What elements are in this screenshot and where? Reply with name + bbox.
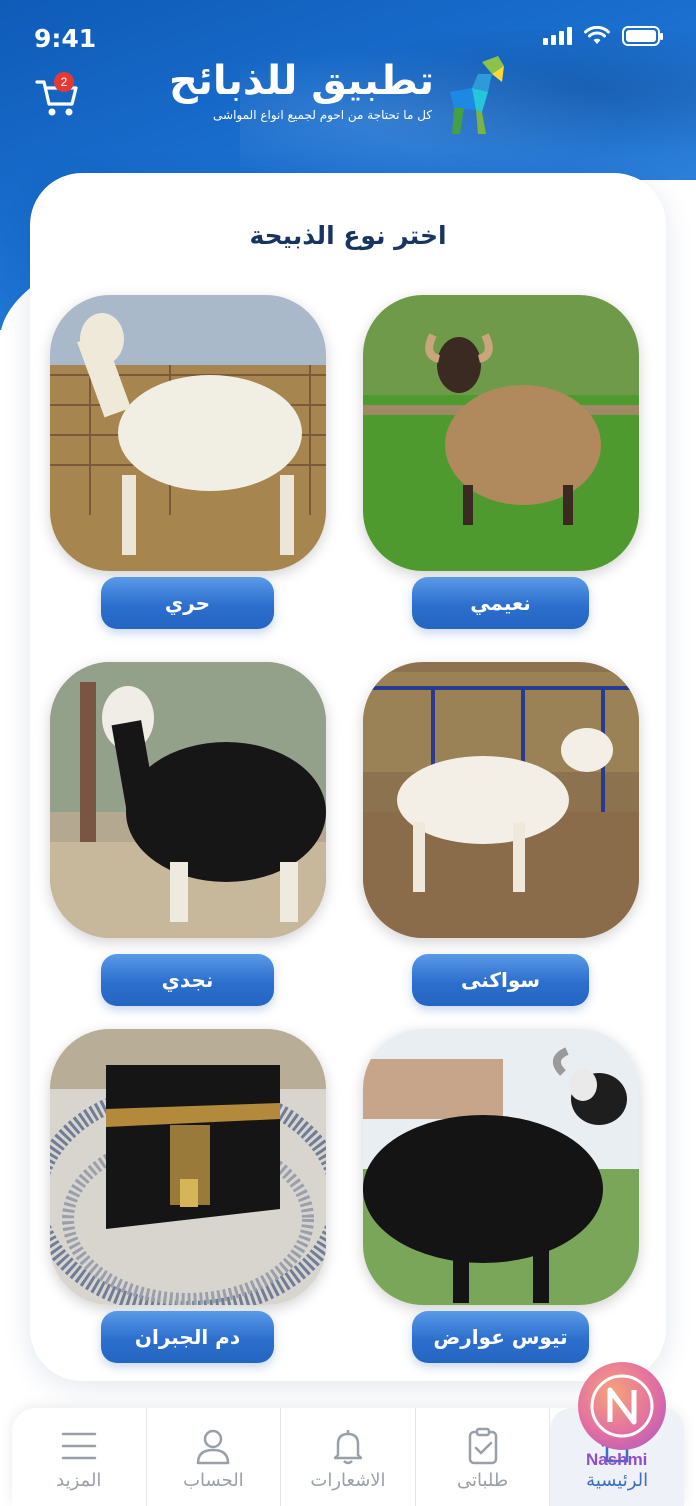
animal-button-tuyoos[interactable]: تيوس عوارض — [412, 1311, 589, 1363]
animal-image-najdi[interactable] — [50, 662, 326, 938]
user-icon — [197, 1429, 230, 1465]
animal-image-dam-aljubran[interactable] — [50, 1029, 326, 1305]
signal-icon — [543, 27, 572, 45]
animal-button-naeemi[interactable]: نعيمي — [412, 577, 589, 629]
status-icons — [543, 26, 663, 46]
wifi-icon — [584, 26, 610, 44]
animal-button-harri[interactable]: حري — [101, 577, 274, 629]
app-subtitle: كل ما تحتاجة من احوم لجميع انواع المواشى — [213, 108, 432, 122]
cart-badge: 2 — [54, 72, 74, 92]
menu-icon — [61, 1432, 97, 1460]
nav-label-notifications: الاشعارات — [310, 1470, 386, 1491]
animal-image-harri[interactable] — [50, 295, 326, 571]
nav-label-account: الحساب — [183, 1470, 244, 1491]
nav-label-home: الرئيسية — [586, 1470, 649, 1491]
cart-button[interactable]: 2 — [34, 72, 80, 120]
status-time: 9:41 — [34, 24, 97, 53]
animal-button-dam-aljubran[interactable]: دم الجبران — [101, 1311, 274, 1363]
nav-item-notifications[interactable]: الاشعارات — [281, 1408, 416, 1506]
n-logo-icon — [590, 1374, 654, 1438]
clipboard-check-icon — [468, 1427, 497, 1465]
animal-image-naeemi[interactable] — [363, 295, 639, 571]
watermark-text: Nashmi — [586, 1450, 648, 1469]
app-logo: تطبيق للذبائح كل ما تحتاجة من احوم لجميع… — [169, 52, 510, 142]
nav-label-orders: طلباتى — [456, 1470, 509, 1491]
nav-item-account[interactable]: الحساب — [147, 1408, 282, 1506]
nav-label-more: المزيد — [56, 1470, 102, 1491]
watermark-logo — [578, 1362, 666, 1450]
animal-type-card: اختر نوع الذبيحة نعيمي حري سواكنى نجدي ت… — [30, 173, 666, 1381]
animal-button-sawakni[interactable]: سواكنى — [412, 954, 589, 1006]
goat-logo-icon — [450, 56, 504, 134]
animal-button-najdi[interactable]: نجدي — [101, 954, 274, 1006]
app-title: تطبيق للذبائح — [169, 58, 434, 104]
animal-image-tuyoos[interactable] — [363, 1029, 639, 1305]
bell-icon — [333, 1430, 363, 1465]
nav-item-orders[interactable]: طلباتى — [416, 1408, 551, 1506]
page-title: اختر نوع الذبيحة — [249, 221, 447, 250]
battery-icon — [622, 26, 663, 46]
nav-item-more[interactable]: المزيد — [12, 1408, 147, 1506]
animal-image-sawakni[interactable] — [363, 662, 639, 938]
